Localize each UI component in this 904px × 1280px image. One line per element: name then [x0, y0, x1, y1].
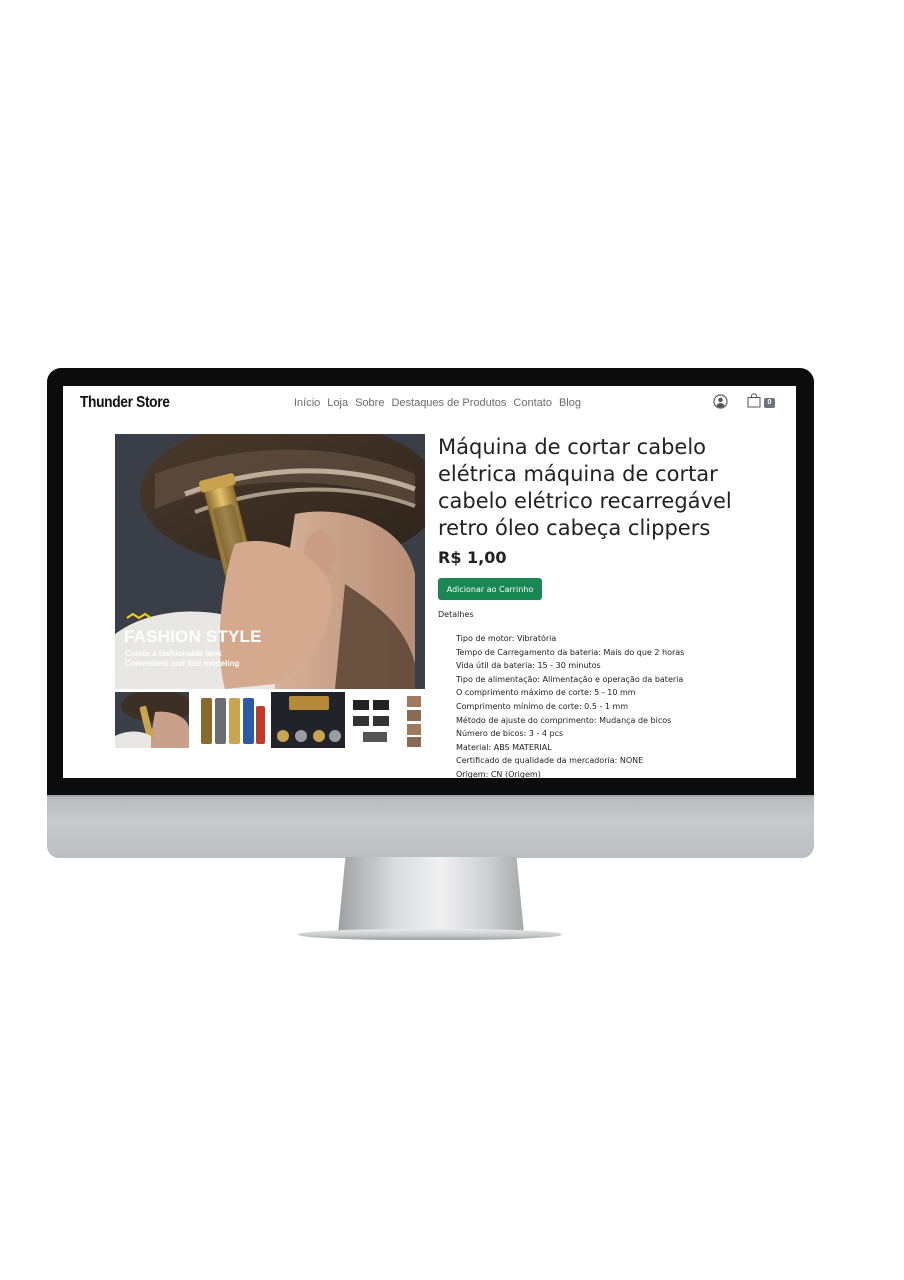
spec-item: Vida útil da bateria: 15 - 30 minutos	[456, 661, 601, 671]
spec-item: Tipo de alimentação: Alimentação e opera…	[456, 674, 684, 684]
product-spec-list: Tipo de motor: Vibratória Tempo de Carre…	[456, 632, 684, 778]
image-overlay-title: FASHION STYLE	[124, 627, 262, 646]
thumbnail-accessories[interactable]	[271, 692, 345, 748]
shopping-bag-icon	[747, 393, 761, 408]
nav-link-contato[interactable]: Contato	[513, 397, 552, 409]
thumbnail-strip	[115, 692, 423, 748]
product-main-image[interactable]: FASHION STYLE Create a fashionable look …	[115, 434, 425, 689]
add-to-cart-button[interactable]: Adicionar ao Carrinho	[438, 578, 542, 600]
nav-link-blog[interactable]: Blog	[559, 397, 581, 409]
thumbnail-clipper-colors[interactable]	[193, 692, 267, 748]
monitor-chin	[47, 795, 814, 858]
monitor-screen: Thunder Store Início Loja Sobre Destaque…	[63, 386, 796, 778]
nav-link-destaques[interactable]: Destaques de Produtos	[391, 397, 506, 409]
details-heading: Detalhes	[438, 610, 474, 619]
spec-item: Número de bicos: 3 - 4 pcs	[456, 729, 564, 739]
user-circle-icon[interactable]	[713, 394, 728, 409]
product-title: Máquina de cortar cabelo elétrica máquin…	[438, 435, 732, 540]
spec-item: O comprimento máximo de corte: 5 - 10 mm	[456, 688, 636, 698]
thumbnail-haircut[interactable]	[115, 692, 189, 748]
spec-item: Método de ajuste do comprimento: Mudança…	[456, 715, 672, 725]
nav-link-loja[interactable]: Loja	[327, 397, 348, 409]
cart-button[interactable]: 0	[747, 393, 779, 411]
monitor-stand-base	[298, 929, 562, 940]
spec-item: Material: ABS MATERIAL	[456, 742, 552, 752]
product-price: R$ 1,00	[438, 548, 507, 567]
spec-item: Origem: CN (Origem)	[456, 769, 541, 778]
spec-item: Tempo de Carregamento da bateria: Mais d…	[456, 647, 685, 657]
image-overlay-subtitle-line: Convenient and fast modeling	[125, 659, 240, 668]
cart-count-badge: 0	[764, 398, 775, 408]
thumbnail-combs[interactable]	[349, 692, 423, 748]
main-nav: Início Loja Sobre Destaques de Produtos …	[294, 397, 581, 409]
brand-logo[interactable]: Thunder Store	[80, 394, 170, 412]
image-overlay-subtitle: Create a fashionable look Convenient and…	[125, 649, 239, 669]
spec-item: Tipo de motor: Vibratória	[456, 634, 557, 643]
nav-link-inicio[interactable]: Início	[294, 397, 320, 409]
spec-item: Certificado de qualidade da mercadoria: …	[456, 756, 644, 766]
monitor-stand	[338, 857, 524, 933]
nav-link-sobre[interactable]: Sobre	[355, 397, 384, 409]
spec-item: Comprimento mínimo de corte: 0.5 - 1 mm	[456, 701, 629, 711]
image-overlay-subtitle-line: Create a fashionable look	[125, 649, 222, 658]
